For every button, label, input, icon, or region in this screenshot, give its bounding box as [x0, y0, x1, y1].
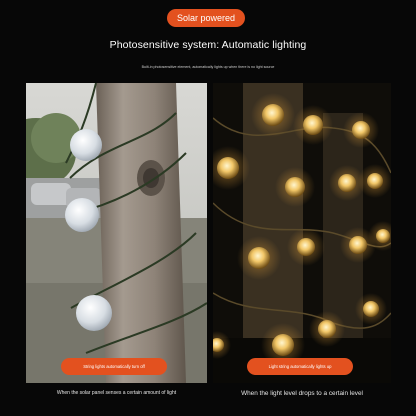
lights-off-pill: String lights automatically turn off — [61, 358, 167, 375]
headline: Photosensitive system: Automatic lightin… — [109, 39, 307, 51]
nighttime-caption: When the light level drops to a certain … — [241, 390, 363, 397]
lights-on-pill: Light string automatically lights up — [247, 358, 353, 375]
solar-powered-badge: Solar powered — [167, 9, 245, 27]
subline: Built-in photosensitive element, automat… — [141, 65, 275, 69]
night-photo — [213, 83, 391, 383]
daytime-photo — [26, 83, 207, 383]
daytime-caption: When the solar panel senses a certain am… — [56, 390, 177, 396]
